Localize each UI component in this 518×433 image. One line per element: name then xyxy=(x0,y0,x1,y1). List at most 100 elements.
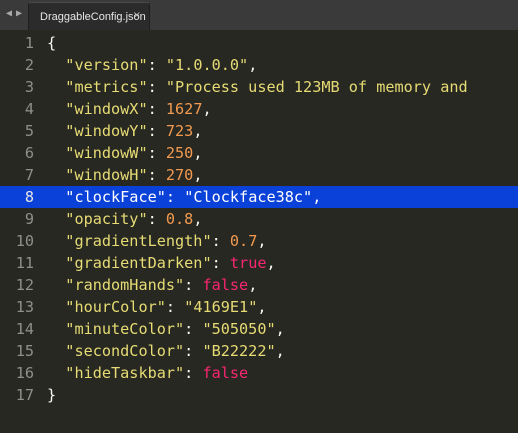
tab-bar: ◀ ▶ DraggableConfig.json × xyxy=(0,0,518,31)
json-punctuation: , xyxy=(266,254,276,272)
json-boolean: false xyxy=(202,364,249,382)
json-key: "windowX" xyxy=(65,100,148,118)
code-line[interactable]: 6 "windowW": 250, xyxy=(0,142,518,164)
json-key: "opacity" xyxy=(65,210,148,228)
json-punctuation: : xyxy=(211,232,230,250)
json-number: 250 xyxy=(165,144,194,162)
json-punctuation: , xyxy=(248,56,258,74)
code-text: "hourColor": "4169E1", xyxy=(47,296,266,318)
tab-title: DraggableConfig.json xyxy=(40,11,146,23)
code-line[interactable]: 4 "windowX": 1627, xyxy=(0,98,518,120)
json-punctuation: : xyxy=(147,210,166,228)
json-punctuation: , xyxy=(202,100,212,118)
line-number: 9 xyxy=(24,210,34,228)
code-line[interactable]: 9 "opacity": 0.8, xyxy=(0,208,518,230)
json-punctuation: , xyxy=(257,232,267,250)
code-line[interactable]: 12 "randomHands": false, xyxy=(0,274,518,296)
json-key: "metrics" xyxy=(65,78,148,96)
code-text: "clockFace": "Clockface38c", xyxy=(47,186,321,208)
close-icon[interactable]: × xyxy=(133,10,141,21)
indent-guide xyxy=(47,298,65,316)
forward-arrow-icon[interactable]: ▶ xyxy=(14,8,24,19)
code-line[interactable]: 16 "hideTaskbar": false xyxy=(0,362,518,384)
json-punctuation: , xyxy=(312,188,322,206)
code-text: "hideTaskbar": false xyxy=(47,362,248,384)
json-punctuation: , xyxy=(193,210,203,228)
line-number: 13 xyxy=(15,298,34,316)
code-text: "version": "1.0.0.0", xyxy=(47,54,257,76)
json-punctuation: , xyxy=(193,122,203,140)
json-number: 0.7 xyxy=(229,232,258,250)
code-text: "opacity": 0.8, xyxy=(47,208,202,230)
indent-guide xyxy=(47,342,65,360)
json-punctuation: : xyxy=(147,144,166,162)
code-line[interactable]: 15 "secondColor": "B22222", xyxy=(0,340,518,362)
line-number: 8 xyxy=(24,188,34,206)
indent-guide xyxy=(47,144,65,162)
json-punctuation: : xyxy=(147,166,166,184)
code-line[interactable]: 7 "windowH": 270, xyxy=(0,164,518,186)
json-string: "Process used 123MB of memory and xyxy=(165,78,468,96)
code-line[interactable]: 3 "metrics": "Process used 123MB of memo… xyxy=(0,76,518,98)
json-boolean: false xyxy=(202,276,249,294)
line-number: 3 xyxy=(24,78,34,96)
indent-guide xyxy=(47,320,65,338)
code-line[interactable]: 8 "clockFace": "Clockface38c", xyxy=(0,186,518,208)
code-text: { xyxy=(47,32,56,54)
code-line[interactable]: 5 "windowY": 723, xyxy=(0,120,518,142)
code-text: "minuteColor": "505050", xyxy=(47,318,284,340)
json-key: "hourColor" xyxy=(65,298,166,316)
json-punctuation: : xyxy=(165,298,185,316)
json-punctuation: , xyxy=(193,166,203,184)
json-punctuation: : xyxy=(147,78,166,96)
code-line[interactable]: 1{ xyxy=(0,32,518,54)
json-punctuation: : xyxy=(147,122,166,140)
code-line[interactable]: 14 "minuteColor": "505050", xyxy=(0,318,518,340)
json-punctuation: : xyxy=(147,100,166,118)
back-arrow-icon[interactable]: ◀ xyxy=(4,8,14,19)
indent-guide xyxy=(47,78,65,96)
line-number: 12 xyxy=(15,276,34,294)
code-line[interactable]: 13 "hourColor": "4169E1", xyxy=(0,296,518,318)
tab-draggableconfig[interactable]: DraggableConfig.json × xyxy=(28,2,150,31)
line-number: 7 xyxy=(24,166,34,184)
code-line[interactable]: 11 "gradientDarken": true, xyxy=(0,252,518,274)
json-key: "clockFace" xyxy=(65,188,166,206)
code-text: "metrics": "Process used 123MB of memory… xyxy=(47,76,468,98)
code-line[interactable]: 2 "version": "1.0.0.0", xyxy=(0,54,518,76)
tab-navigation: ◀ ▶ xyxy=(4,8,24,19)
line-number: 1 xyxy=(24,34,34,52)
json-punctuation: : xyxy=(165,188,185,206)
code-text: "windowW": 250, xyxy=(47,142,202,164)
json-key: "randomHands" xyxy=(65,276,185,294)
code-text: "gradientDarken": true, xyxy=(47,252,276,274)
indent-guide xyxy=(47,210,65,228)
json-key: "minuteColor" xyxy=(65,320,185,338)
json-string: "505050" xyxy=(202,320,276,338)
line-number: 6 xyxy=(24,144,34,162)
line-number: 4 xyxy=(24,100,34,118)
json-key: "version" xyxy=(65,56,148,74)
json-string: "1.0.0.0" xyxy=(165,56,249,74)
line-number: 11 xyxy=(15,254,34,272)
line-number: 10 xyxy=(15,232,34,250)
code-text: "gradientLength": 0.7, xyxy=(47,230,267,252)
json-key: "gradientDarken" xyxy=(65,254,212,272)
code-line[interactable]: 17} xyxy=(0,384,518,406)
code-editor[interactable]: 1{2 "version": "1.0.0.0", 3 "metrics": "P… xyxy=(0,30,518,433)
line-number: 5 xyxy=(24,122,34,140)
indent-guide xyxy=(47,254,65,272)
json-key: "hideTaskbar" xyxy=(65,364,185,382)
json-string: "4169E1" xyxy=(184,298,258,316)
json-punctuation: : xyxy=(184,364,203,382)
indent-guide xyxy=(47,166,65,184)
json-punctuation: : xyxy=(211,254,230,272)
indent-guide xyxy=(47,188,65,206)
json-punctuation: : xyxy=(147,56,166,74)
line-number: 15 xyxy=(15,342,34,360)
code-text: "windowX": 1627, xyxy=(47,98,212,120)
code-line[interactable]: 10 "gradientLength": 0.7, xyxy=(0,230,518,252)
json-punctuation: , xyxy=(193,144,203,162)
json-key: "windowY" xyxy=(65,122,148,140)
line-number: 16 xyxy=(15,364,34,382)
